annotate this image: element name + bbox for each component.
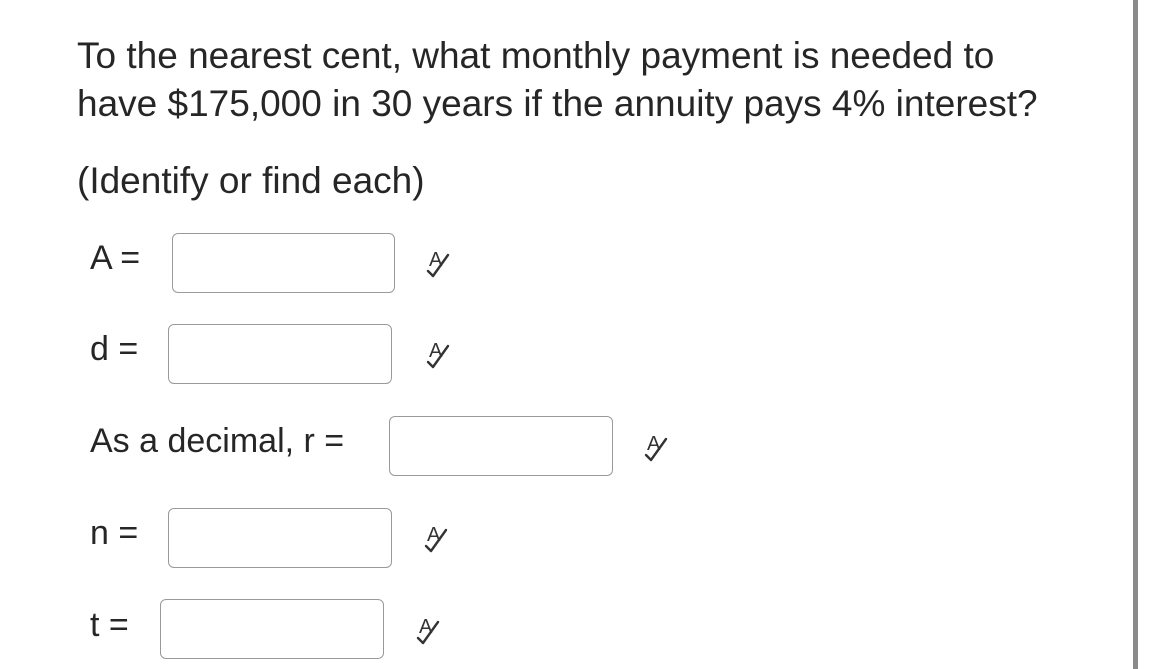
- label-n: n =: [90, 514, 139, 552]
- question-line-1: To the nearest cent, what monthly paymen…: [77, 35, 995, 76]
- spellcheck-icon[interactable]: A: [424, 337, 458, 371]
- spellcheck-icon[interactable]: A: [642, 430, 676, 464]
- instruction-text: (Identify or find each): [77, 160, 425, 201]
- answer-input-a[interactable]: [172, 233, 395, 293]
- answer-input-d[interactable]: [168, 324, 392, 384]
- svg-text:A: A: [429, 340, 443, 362]
- spellcheck-icon[interactable]: A: [424, 246, 458, 280]
- label-t: t =: [90, 606, 129, 644]
- svg-text:A: A: [419, 616, 433, 638]
- spellcheck-icon[interactable]: A: [422, 521, 456, 555]
- label-a: A =: [90, 239, 141, 277]
- svg-text:A: A: [427, 524, 441, 546]
- label-r: As a decimal, r =: [90, 422, 345, 460]
- answer-input-n[interactable]: [168, 508, 392, 568]
- right-divider: [1133, 0, 1138, 669]
- question-line-2: have $175,000 in 30 years if the annuity…: [77, 83, 1038, 124]
- spellcheck-icon[interactable]: A: [414, 613, 448, 647]
- answer-input-t[interactable]: [160, 599, 384, 659]
- label-d: d =: [90, 330, 139, 368]
- question-text: To the nearest cent, what monthly paymen…: [77, 32, 1117, 128]
- svg-text:A: A: [647, 433, 661, 455]
- svg-text:A: A: [429, 249, 443, 271]
- answer-input-r[interactable]: [389, 416, 613, 476]
